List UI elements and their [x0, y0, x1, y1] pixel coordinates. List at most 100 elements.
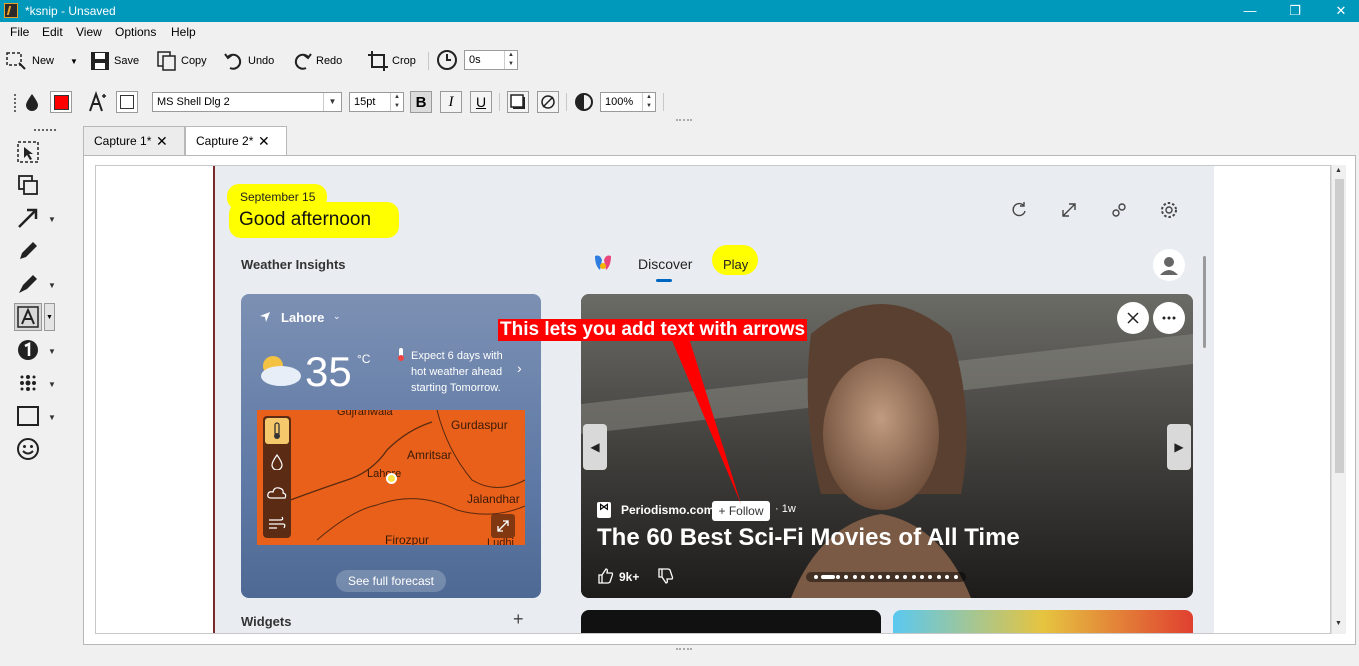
follow-button[interactable]: + Follow [712, 501, 770, 521]
carousel-prev-button[interactable]: ◀ [583, 424, 607, 470]
city-chevron-down-icon[interactable]: ⌄ [333, 311, 341, 322]
map-layer-temperature[interactable] [265, 418, 289, 444]
delay-spinbox[interactable]: 0s ▲ ▼ [464, 50, 518, 70]
menu-help[interactable]: Help [171, 25, 196, 39]
carousel-dot[interactable] [936, 575, 941, 579]
save-button[interactable]: Save [90, 48, 139, 74]
bold-toggle[interactable]: B [410, 91, 432, 113]
carousel-dot[interactable] [844, 575, 849, 579]
sticker-tool[interactable] [14, 435, 42, 463]
article-headline[interactable]: The 60 Best Sci-Fi Movies of All Time [597, 524, 1020, 552]
carousel-next-button[interactable]: ▶ [1167, 424, 1191, 470]
blur-tool-dropdown-icon[interactable]: ▼ [48, 380, 56, 389]
canvas-vertical-scrollbar[interactable]: ▲ ▼ [1331, 165, 1346, 634]
menu-edit[interactable]: Edit [42, 25, 63, 39]
wind-layer-icon[interactable] [268, 516, 286, 530]
no-fill-toggle[interactable] [537, 91, 559, 113]
new-button[interactable]: New ▼ [6, 48, 78, 74]
refresh-icon[interactable] [1009, 200, 1029, 220]
carousel-dot[interactable] [903, 575, 908, 579]
dislike-thumb-icon[interactable] [657, 567, 675, 585]
opacity-spinbox[interactable]: 100% ▲ ▼ [600, 92, 656, 112]
city-name[interactable]: Lahore [281, 310, 324, 325]
menu-options[interactable]: Options [115, 25, 156, 39]
tab-capture-1[interactable]: Capture 1* ✕ [83, 126, 185, 155]
carousel-pagination[interactable] [806, 572, 966, 582]
rectangle-tool[interactable]: ▼ [14, 402, 56, 430]
more-options-button[interactable] [1153, 302, 1185, 334]
arrow-tool-dropdown-icon[interactable]: ▼ [48, 215, 56, 224]
select-tool[interactable] [14, 138, 42, 166]
close-tab-1-icon[interactable]: ✕ [156, 127, 168, 156]
font-selector[interactable]: MS Shell Dlg 2 ▼ [152, 92, 342, 112]
copy-button[interactable]: Copy [157, 48, 207, 74]
undo-button[interactable]: Undo [224, 48, 274, 74]
crop-button[interactable]: Crop [368, 48, 416, 74]
close-tab-2-icon[interactable]: ✕ [258, 127, 270, 156]
font-dropdown-chevron-icon[interactable]: ▼ [323, 93, 341, 111]
number-tool[interactable]: ▼ [14, 336, 56, 364]
forecast-note[interactable]: Expect 6 days with hot weather ahead sta… [411, 348, 503, 396]
underline-toggle[interactable]: U [470, 91, 492, 113]
carousel-dot[interactable] [920, 575, 924, 579]
carousel-dot[interactable] [821, 575, 835, 579]
carousel-dot[interactable] [911, 575, 916, 579]
delay-spin-arrows-icon[interactable]: ▲ ▼ [504, 51, 517, 69]
add-widget-button[interactable]: + [513, 609, 524, 630]
fill-color-button[interactable] [116, 91, 138, 113]
maximize-button[interactable]: ❐ [1272, 0, 1318, 22]
dismiss-article-button[interactable] [1117, 302, 1149, 334]
menu-view[interactable]: View [76, 25, 102, 39]
marker-tool[interactable]: ▼ [14, 270, 56, 298]
font-size-spinbox[interactable]: 15pt ▲ ▼ [349, 92, 404, 112]
settings-gear-icon[interactable] [1159, 200, 1179, 220]
scroll-down-arrow-icon[interactable]: ▼ [1335, 620, 1342, 627]
expand-icon[interactable] [1059, 200, 1079, 220]
carousel-dot[interactable] [878, 575, 882, 579]
carousel-dot[interactable] [836, 575, 840, 579]
new-dropdown-chevron-icon[interactable]: ▼ [70, 57, 78, 66]
carousel-dot[interactable] [886, 575, 891, 579]
shadow-toggle[interactable] [507, 91, 529, 113]
feed-card-2[interactable] [581, 610, 881, 633]
like-thumb-icon[interactable] [597, 567, 615, 585]
menu-file[interactable]: File [10, 25, 29, 39]
tab-capture-2[interactable]: Capture 2* ✕ [185, 126, 287, 156]
weather-card[interactable]: Lahore ⌄ 35 °C Expect 6 days with hot we… [241, 294, 541, 598]
carousel-dot[interactable] [894, 575, 899, 579]
rectangle-tool-dropdown-icon[interactable]: ▼ [48, 413, 56, 422]
personalize-icon[interactable] [1109, 200, 1129, 220]
tab-discover[interactable]: Discover [638, 256, 692, 272]
redo-button[interactable]: Redo [292, 48, 342, 74]
tab-play[interactable]: Play [723, 257, 748, 272]
number-tool-dropdown-icon[interactable]: ▼ [48, 347, 56, 356]
color-picker-button[interactable] [50, 91, 72, 113]
opacity-spin-arrows-icon[interactable]: ▲ ▼ [642, 93, 655, 111]
feed-card-3[interactable] [893, 610, 1193, 633]
editor-canvas[interactable]: September 15 Good afternoon Weather Insi… [95, 165, 1331, 634]
see-full-forecast-button[interactable]: See full forecast [336, 570, 446, 592]
font-size-spin-arrows-icon[interactable]: ▲ ▼ [390, 93, 403, 111]
carousel-dot[interactable] [861, 575, 866, 579]
text-tool-dropdown-icon[interactable]: ▼ [44, 303, 55, 331]
annotation-text-box[interactable]: This lets you add text with arrows [498, 319, 808, 341]
arrow-tool[interactable]: ▼ [14, 204, 56, 232]
blur-tool[interactable]: ▼ [14, 369, 56, 397]
publisher-name[interactable]: Periodismo.com [621, 503, 714, 517]
carousel-dot[interactable] [945, 575, 950, 579]
italic-toggle[interactable]: I [440, 91, 462, 113]
profile-avatar[interactable] [1153, 249, 1185, 281]
feed-scrollbar[interactable] [1203, 256, 1206, 348]
cloud-layer-icon[interactable] [267, 486, 287, 500]
carousel-dot[interactable] [869, 575, 874, 579]
marker-tool-dropdown-icon[interactable]: ▼ [48, 281, 56, 290]
minimize-button[interactable]: — [1227, 0, 1273, 22]
carousel-dot[interactable] [814, 575, 818, 579]
precipitation-drop-icon[interactable] [271, 454, 283, 470]
map-expand-button[interactable] [491, 514, 515, 538]
weather-map[interactable]: Gujranwala Gurdaspur Amritsar Lahore Jal… [257, 410, 525, 545]
pen-tool[interactable] [14, 237, 42, 265]
carousel-dot[interactable] [953, 575, 958, 579]
duplicate-tool[interactable] [14, 171, 42, 199]
scroll-thumb[interactable] [1335, 179, 1344, 473]
